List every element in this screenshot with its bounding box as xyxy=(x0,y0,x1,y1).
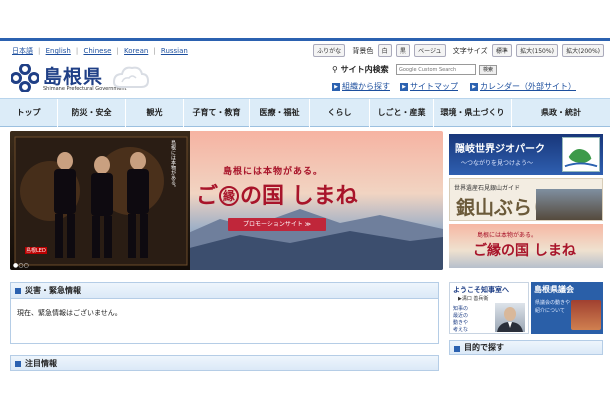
enishi-shimane-banner[interactable]: 島根には本物がある。 ご縁の国 しまね xyxy=(449,224,603,268)
lang-japanese[interactable]: 日本語 xyxy=(12,47,33,55)
search-button[interactable]: 検索 xyxy=(479,65,498,75)
lang-english[interactable]: English xyxy=(46,47,71,55)
emergency-message: 現在、緊急情報はございません。 xyxy=(17,309,122,317)
lang-korean[interactable]: Korean xyxy=(124,47,148,55)
site-logo-title[interactable]: 島根県 xyxy=(43,62,103,89)
purpose-search-heading[interactable]: 目的で探す xyxy=(449,340,603,355)
furigana-button[interactable]: ふりがな xyxy=(313,44,346,57)
org-search-link[interactable]: ▶ 組織から探す xyxy=(332,81,390,92)
shimane-homepage: 日本語 | English | Chinese | Korean | Russian ふ… xyxy=(0,0,610,400)
hero-catchcopy: 島根には本物がある。 xyxy=(223,167,324,177)
oki-subtitle: 〜つながりを見つけよう〜 xyxy=(461,160,534,167)
oki-geopark-banner[interactable]: 隠岐世界ジオパーク 〜つながりを見つけよう〜 xyxy=(449,134,603,175)
font-normal-button[interactable]: 標準 xyxy=(491,44,512,57)
shimane-banner-catch: 島根には本物がある。 xyxy=(477,232,538,239)
assembly-title: 島根県議会 xyxy=(534,285,574,294)
nav-childcare-education[interactable]: 子育て・教育 xyxy=(184,99,250,127)
poster-badge: 島根LED xyxy=(25,247,47,254)
arrow-right-icon: ▶ xyxy=(332,83,340,91)
assembly-desc: 県議会の動きや 紹介について xyxy=(535,300,571,314)
iwami-ginzan-banner[interactable]: 世界遺産石見銀山ガイド 銀山ぶらり xyxy=(449,178,603,221)
bg-white-button[interactable]: 白 xyxy=(377,44,392,57)
site-search-label: ⚲ サイト内検索 xyxy=(332,65,389,74)
poster-slogan: 島根には本物がある。 xyxy=(170,140,176,190)
utility-bar: 日本語 | English | Chinese | Korean | Russian ふ… xyxy=(0,38,610,60)
square-bullet-icon xyxy=(15,361,21,367)
governor-name: ▶溝口 善兵衛 xyxy=(458,296,489,302)
calendar-link[interactable]: ▶ カレンダー（外部サイト） xyxy=(470,81,576,92)
accessibility-tools: ふりがな 背景色 白 黒 ベージュ 文字サイズ 標準 拡大(150%) 拡大(2… xyxy=(311,44,604,57)
prefectural-assembly-banner[interactable]: 島根県議会 県議会の動きや 紹介について xyxy=(531,282,603,334)
nav-environment[interactable]: 環境・県土づくり xyxy=(434,99,512,127)
search-icon: ⚲ xyxy=(332,65,341,74)
search-input[interactable] xyxy=(396,64,476,75)
ginzan-street-image xyxy=(536,189,602,220)
nav-medical-welfare[interactable]: 医療・福祉 xyxy=(250,99,310,127)
nav-work-industry[interactable]: しごと・産業 xyxy=(370,99,434,127)
font-150-button[interactable]: 拡大(150%) xyxy=(516,44,558,57)
nav-disaster-safety[interactable]: 防災・安全 xyxy=(58,99,126,127)
lang-chinese[interactable]: Chinese xyxy=(83,47,111,55)
hero-title: ご縁の国 しまね xyxy=(196,183,358,209)
nav-top[interactable]: トップ xyxy=(0,99,58,127)
square-bullet-icon xyxy=(15,288,21,294)
nav-tourism[interactable]: 観光 xyxy=(126,99,184,127)
nav-prefgov-statistics[interactable]: 県政・統計 xyxy=(512,99,610,127)
promotion-site-button[interactable]: プロモーションサイト ≫ xyxy=(228,218,326,231)
emergency-info-panel: 災害・緊急情報 現在、緊急情報はございません。 xyxy=(10,282,439,344)
slide-indicator-icon[interactable]: ●○○ xyxy=(13,262,29,269)
governor-photo xyxy=(495,303,525,332)
font-size-label: 文字サイズ xyxy=(452,46,488,55)
arrow-right-icon: ▶ xyxy=(400,83,408,91)
notice-heading: 注目情報 xyxy=(10,355,439,371)
cloud-pattern-icon xyxy=(112,66,150,88)
emergency-heading: 災害・緊急情報 xyxy=(11,283,438,299)
bg-black-button[interactable]: 黒 xyxy=(395,44,410,57)
lang-russian[interactable]: Russian xyxy=(161,47,188,55)
oki-title: 隠岐世界ジオパーク xyxy=(455,144,545,155)
governor-desc: 知事の 最近の 動きや 考えな xyxy=(453,306,469,333)
language-links: 日本語 | English | Chinese | Korean | Russian xyxy=(12,47,188,55)
global-nav: トップ 防災・安全 観光 子育て・教育 医療・福祉 くらし しごと・産業 環境・… xyxy=(0,98,610,127)
shimane-banner-title: ご縁の国 しまね xyxy=(473,243,576,259)
ginzan-label: 世界遺産石見銀山ガイド xyxy=(454,185,521,192)
bg-beige-button[interactable]: ベージュ xyxy=(414,44,446,57)
square-bullet-icon xyxy=(454,346,460,352)
bg-color-label: 背景色 xyxy=(352,46,374,55)
governor-office-banner[interactable]: ようこそ知事室へ ▶溝口 善兵衛 知事の 最近の 動きや 考えな xyxy=(449,282,529,334)
governor-title: ようこそ知事室へ xyxy=(453,286,509,294)
nav-living[interactable]: くらし xyxy=(310,99,370,127)
arrow-right-icon: ▶ xyxy=(470,83,478,91)
oki-map-icon xyxy=(562,137,600,172)
sitemap-link[interactable]: ▶ サイトマップ xyxy=(400,81,458,92)
assembly-hall-image xyxy=(571,300,601,330)
font-200-button[interactable]: 拡大(200%) xyxy=(562,44,604,57)
shimane-emblem-icon[interactable] xyxy=(11,64,39,92)
